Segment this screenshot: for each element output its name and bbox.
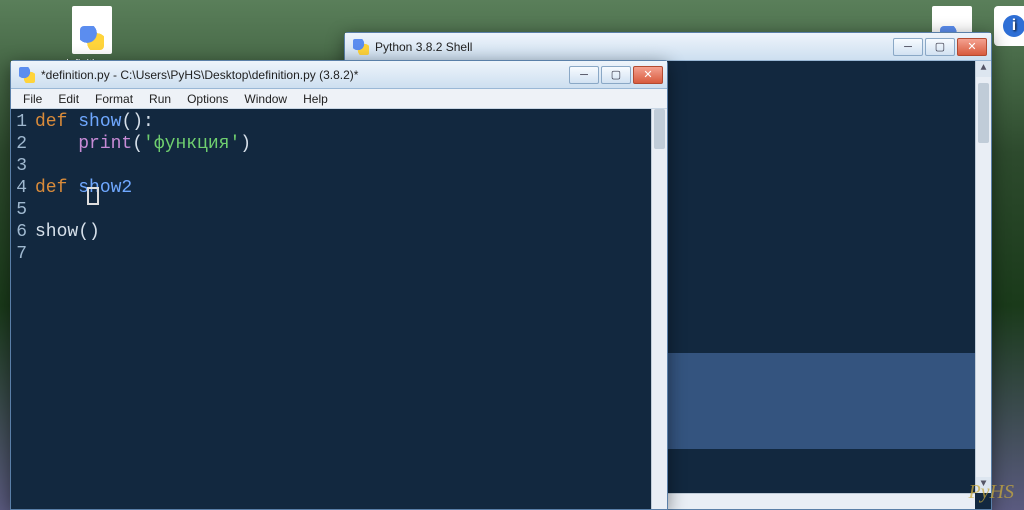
menu-options[interactable]: Options: [179, 90, 236, 108]
maximize-button[interactable]: ▢: [925, 38, 955, 56]
vertical-scrollbar[interactable]: [651, 109, 667, 509]
menu-window[interactable]: Window: [236, 90, 295, 108]
code-editor[interactable]: 1 2 3 4 5 6 7 def show(): print('функция…: [11, 109, 667, 509]
code-area[interactable]: def show(): print('функция') def show2 s…: [31, 109, 667, 509]
menu-edit[interactable]: Edit: [50, 90, 87, 108]
python-icon: [19, 67, 35, 83]
minimize-button[interactable]: ─: [893, 38, 923, 56]
window-title: Python 3.8.2 Shell: [375, 40, 893, 54]
python-icon: [353, 39, 369, 55]
menu-file[interactable]: File: [15, 90, 50, 108]
window-title: *definition.py - C:\Users\PyHS\Desktop\d…: [41, 68, 569, 82]
maximize-button[interactable]: ▢: [601, 66, 631, 84]
watermark: PyHS: [968, 481, 1014, 504]
python-file-icon: [72, 6, 112, 54]
titlebar[interactable]: *definition.py - C:\Users\PyHS\Desktop\d…: [11, 61, 667, 89]
minimize-button[interactable]: ─: [569, 66, 599, 84]
menu-help[interactable]: Help: [295, 90, 336, 108]
text-cursor-icon: [87, 187, 99, 205]
editor-window[interactable]: *definition.py - C:\Users\PyHS\Desktop\d…: [10, 60, 668, 510]
menubar: File Edit Format Run Options Window Help: [11, 89, 667, 109]
scrollbar-thumb[interactable]: [978, 83, 989, 143]
info-icon: [994, 6, 1024, 46]
scrollbar-thumb[interactable]: [654, 109, 665, 149]
titlebar[interactable]: Python 3.8.2 Shell ─ ▢ ✕: [345, 33, 991, 61]
menu-format[interactable]: Format: [87, 90, 141, 108]
close-button[interactable]: ✕: [633, 66, 663, 84]
close-button[interactable]: ✕: [957, 38, 987, 56]
scroll-up-arrow-icon[interactable]: ▲: [976, 61, 991, 77]
menu-run[interactable]: Run: [141, 90, 179, 108]
line-number-gutter: 1 2 3 4 5 6 7: [11, 109, 31, 509]
